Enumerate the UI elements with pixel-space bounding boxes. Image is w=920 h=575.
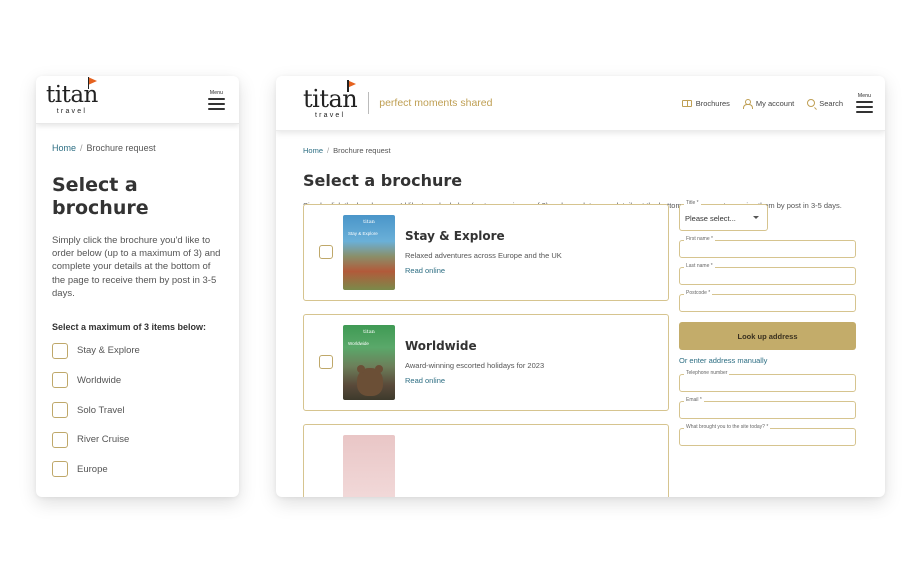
list-item[interactable]: River Cruise xyxy=(52,425,223,455)
checkbox[interactable] xyxy=(52,402,68,418)
checkbox[interactable] xyxy=(52,431,68,448)
read-online-link[interactable]: Read online xyxy=(405,376,445,385)
list-item[interactable]: Solo Travel xyxy=(52,395,223,425)
last-name-label: Last name * xyxy=(684,263,715,269)
mobile-view: titan travel Menu Home / Brochure request … xyxy=(36,76,239,497)
nav-brochures[interactable]: Brochures xyxy=(681,99,730,108)
list-item-label: Solo Travel xyxy=(77,404,125,416)
nav-my-account[interactable]: My account xyxy=(743,98,794,109)
enter-address-manually-link[interactable]: Or enter address manually xyxy=(679,356,856,365)
read-online-link[interactable]: Read online xyxy=(405,266,445,275)
breadcrumb-separator: / xyxy=(80,143,83,153)
flag-icon xyxy=(347,80,357,92)
chevron-down-icon xyxy=(753,216,759,219)
title-value: Please select... xyxy=(685,214,736,223)
referral-label: What brought you to the site today? * xyxy=(684,424,771,430)
list-item-label: Stay & Explore xyxy=(77,345,140,357)
last-name-field[interactable]: Last name * xyxy=(679,263,856,285)
breadcrumb-current: Brochure request xyxy=(86,143,156,153)
select-instructions: Select a maximum of 3 items below: xyxy=(52,322,207,333)
brochure-card-stay-explore[interactable]: titan Stay & Explore Stay & Explore Rela… xyxy=(303,204,669,301)
book-icon xyxy=(681,99,692,107)
desktop-view: titan travel perfect moments shared Broc… xyxy=(276,76,885,497)
list-item[interactable]: Worldwide xyxy=(52,366,223,396)
list-item-label: Europe xyxy=(77,463,108,475)
breadcrumb: Home / Brochure request xyxy=(52,143,223,153)
list-item-label: River Cruise xyxy=(77,434,130,446)
menu-button[interactable]: Menu xyxy=(856,93,873,113)
postcode-label: Postcode * xyxy=(684,290,713,296)
hamburger-icon xyxy=(208,97,225,110)
desktop-header: titan travel perfect moments shared Broc… xyxy=(276,76,885,131)
look-up-address-button[interactable]: Look up address xyxy=(679,322,856,350)
brochure-cover-image: titan Stay & Explore xyxy=(343,215,395,290)
telephone-label: Telephone number xyxy=(684,370,730,376)
mobile-header: titan travel Menu xyxy=(36,76,239,124)
page-title: Select a brochure xyxy=(52,174,149,219)
menu-button[interactable]: Menu xyxy=(208,90,225,110)
page-intro: Simply click the brochure you'd like to … xyxy=(52,235,221,299)
title-select[interactable]: Title * Please select... xyxy=(679,200,768,231)
first-name-label: First name * xyxy=(684,236,715,242)
telephone-field[interactable]: Telephone number xyxy=(679,370,856,392)
menu-label: Menu xyxy=(857,93,872,99)
list-item-label: Worldwide xyxy=(77,374,122,386)
breadcrumb-separator: / xyxy=(327,146,330,155)
menu-label: Menu xyxy=(209,89,224,96)
checkbox[interactable] xyxy=(319,355,333,369)
checkbox[interactable] xyxy=(52,461,68,478)
brochure-cover-image xyxy=(343,435,395,497)
brochure-cards: titan Stay & Explore Stay & Explore Rela… xyxy=(303,204,669,497)
header-nav: Brochures My account Search Menu xyxy=(681,93,873,113)
page-title: Select a brochure xyxy=(303,171,463,190)
referral-field[interactable]: What brought you to the site today? * xyxy=(679,424,856,446)
breadcrumb-home-link[interactable]: Home xyxy=(303,146,323,155)
card-title: Stay & Explore xyxy=(405,229,505,243)
checkbox[interactable] xyxy=(52,372,68,389)
details-form: Title * Please select... First name * La… xyxy=(679,200,856,446)
brochure-card-partial[interactable] xyxy=(303,424,669,497)
brochure-card-worldwide[interactable]: titan Worldwide Worldwide Award-winning … xyxy=(303,314,669,411)
title-label: Title * xyxy=(684,200,701,206)
breadcrumb: Home / Brochure request xyxy=(303,146,858,155)
breadcrumb-home-link[interactable]: Home xyxy=(52,143,76,153)
nav-search[interactable]: Search xyxy=(807,99,843,108)
first-name-field[interactable]: First name * xyxy=(679,236,856,258)
card-title: Worldwide xyxy=(405,339,477,353)
titan-logo[interactable]: titan travel xyxy=(46,77,98,115)
breadcrumb-current: Brochure request xyxy=(333,146,391,155)
email-label: Email * xyxy=(684,397,704,403)
card-description: Relaxed adventures across Europe and the… xyxy=(405,251,562,260)
checkbox[interactable] xyxy=(319,245,333,259)
checkbox[interactable] xyxy=(52,342,68,359)
card-description: Award-winning escorted holidays for 2023 xyxy=(405,361,545,370)
list-item[interactable]: Europe xyxy=(52,454,223,484)
hamburger-icon xyxy=(856,101,873,113)
postcode-field[interactable]: Postcode * xyxy=(679,290,856,312)
mobile-content: Home / Brochure request Select a brochure … xyxy=(36,124,239,484)
email-field[interactable]: Email * xyxy=(679,397,856,419)
brochure-checklist: Stay & Explore Worldwide Solo Travel Riv… xyxy=(52,336,223,484)
bear-image xyxy=(357,365,383,396)
titan-logo[interactable]: titan travel xyxy=(303,80,358,119)
header-divider xyxy=(368,92,370,114)
flag-icon xyxy=(87,77,97,89)
user-icon xyxy=(743,98,754,109)
list-item[interactable]: Stay & Explore xyxy=(52,336,223,366)
search-icon xyxy=(807,99,816,107)
brochure-cover-image: titan Worldwide xyxy=(343,325,395,400)
tagline: perfect moments shared xyxy=(379,97,493,109)
